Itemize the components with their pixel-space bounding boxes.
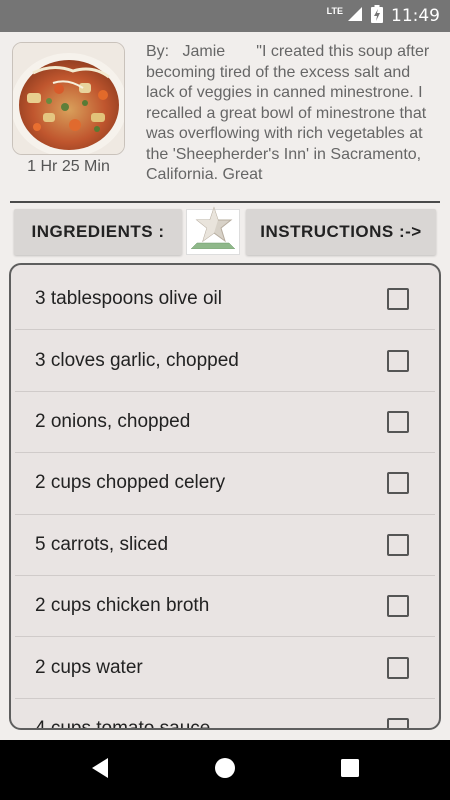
recents-button[interactable] xyxy=(320,740,380,800)
home-icon xyxy=(214,757,236,784)
instructions-tab-button[interactable]: INSTRUCTIONS :-> xyxy=(246,209,436,255)
ingredient-checkbox[interactable] xyxy=(387,717,409,728)
description-text: "I created this soup after becoming tire… xyxy=(146,43,430,183)
ingredient-row[interactable]: 2 cups chopped celery xyxy=(15,453,435,515)
ingredient-row[interactable]: 2 cups water xyxy=(15,637,435,699)
author-prefix: By: xyxy=(146,43,170,60)
ingredient-label: 2 onions, chopped xyxy=(35,410,191,432)
ingredient-label: 2 cups chopped celery xyxy=(35,472,226,494)
ingredient-row[interactable]: 3 cloves garlic, chopped xyxy=(15,330,435,392)
ingredient-label: 3 tablespoons olive oil xyxy=(35,288,222,310)
ingredient-row[interactable]: 2 onions, chopped xyxy=(15,392,435,454)
ingredient-checkbox[interactable] xyxy=(387,656,409,679)
ingredient-label: 2 cups water xyxy=(35,656,143,678)
ingredient-label: 3 cloves garlic, chopped xyxy=(35,349,239,371)
author-name: Jamie xyxy=(182,43,226,60)
clock: 11:49 xyxy=(391,6,440,26)
battery-charging-icon xyxy=(371,4,383,28)
recents-icon xyxy=(340,758,360,783)
ingredients-list-inner: 3 tablespoons olive oil 3 cloves garlic,… xyxy=(15,269,435,730)
ingredient-label: 2 cups chicken broth xyxy=(35,595,210,617)
favorite-button[interactable] xyxy=(186,206,240,255)
back-icon xyxy=(90,757,110,784)
ingredient-checkbox[interactable] xyxy=(387,472,409,495)
ingredient-label: 4 cups tomato sauce xyxy=(35,717,211,730)
ingredient-row[interactable]: 3 tablespoons olive oil xyxy=(15,269,435,331)
star-icon xyxy=(187,205,239,254)
network-type: LTE xyxy=(326,6,343,16)
ingredient-checkbox[interactable] xyxy=(387,533,409,556)
ingredient-row[interactable]: 2 cups chicken broth xyxy=(15,576,435,638)
ingredient-row[interactable]: 4 cups tomato sauce xyxy=(15,699,435,730)
cook-duration: 1 Hr 25 Min xyxy=(27,158,110,175)
ingredients-list[interactable]: 3 tablespoons olive oil 3 cloves garlic,… xyxy=(9,263,441,730)
recipe-photo[interactable] xyxy=(12,42,125,155)
status-icons: LTE 11:49 xyxy=(327,0,440,32)
ingredient-checkbox[interactable] xyxy=(387,288,409,311)
ingredient-checkbox[interactable] xyxy=(387,349,409,372)
home-button[interactable] xyxy=(195,740,255,800)
status-bar: LTE 11:49 xyxy=(0,0,450,32)
ingredient-checkbox[interactable] xyxy=(387,410,409,433)
ingredient-row[interactable]: 5 carrots, sliced xyxy=(15,515,435,576)
recipe-header: 1 Hr 25 Min By: Jamie "I created this so… xyxy=(0,32,450,200)
ingredient-label: 5 carrots, sliced xyxy=(35,533,169,555)
signal-icon xyxy=(347,6,363,27)
navigation-bar xyxy=(0,740,450,800)
ingredient-checkbox[interactable] xyxy=(387,595,409,618)
recipe-description: By: Jamie "I created this soup after bec… xyxy=(146,42,442,188)
ingredients-tab-button[interactable]: INGREDIENTS : xyxy=(14,209,182,255)
divider-top xyxy=(10,201,440,203)
back-button[interactable] xyxy=(70,740,130,800)
